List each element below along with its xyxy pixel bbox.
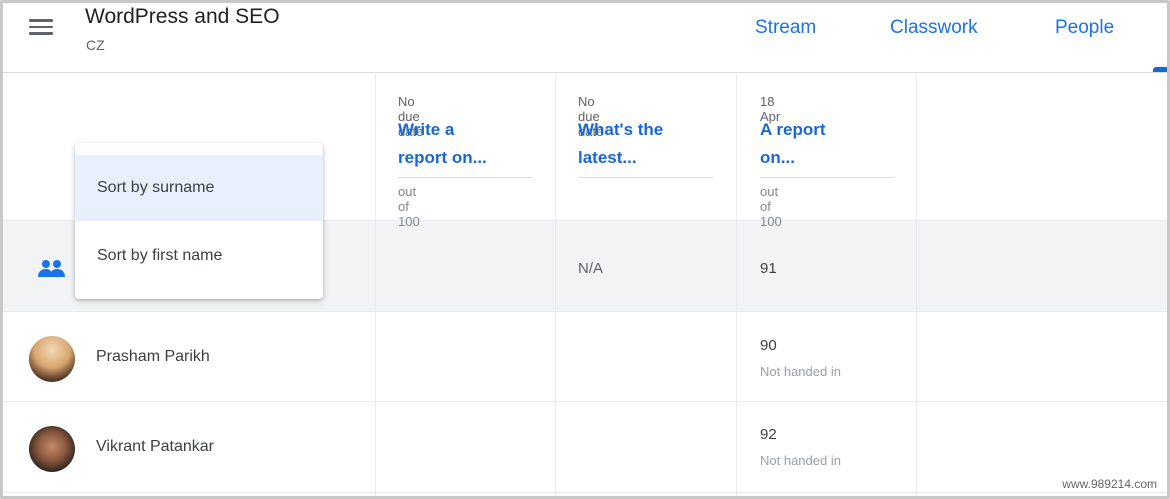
assignment-points: out of 100 [398,184,420,229]
assignment-title-line: report on... [398,148,487,167]
tab-stream[interactable]: Stream [755,17,816,39]
class-title[interactable]: WordPress and SEO [85,3,280,31]
column-divider [736,74,737,496]
grade-status: Not handed in [760,453,841,468]
class-section: CZ [86,37,105,53]
sort-by-first-name-option[interactable]: Sort by first name [75,223,323,289]
column-divider [555,74,556,496]
assignment-title-line: Write a [398,120,455,139]
watermark: www.989214.com [1058,476,1161,492]
people-group-icon[interactable] [37,258,67,278]
student-name[interactable]: Vikrant Patankar [96,438,214,456]
column-divider [375,74,376,496]
grade-value[interactable]: 92 [760,426,777,443]
avatar [29,426,75,472]
student-name[interactable]: Prasham Parikh [96,348,210,366]
grade-value[interactable]: 90 [760,337,777,354]
row-divider [3,492,1167,493]
active-tab-indicator [1153,67,1167,72]
row-divider [3,311,1167,312]
avatar [29,336,75,382]
top-bar: WordPress and SEO CZ Stream Classwork Pe… [3,3,1167,73]
assignment-divider [398,177,533,178]
assignment-title-line: What's the [578,120,664,139]
grade-status: Not handed in [760,364,841,379]
assignment-title-line: on... [760,148,795,167]
menu-icon[interactable] [29,15,59,41]
row-divider [3,401,1167,402]
class-average-value: N/A [578,260,604,277]
classroom-window: WordPress and SEO CZ Stream Classwork Pe… [0,0,1170,499]
tab-classwork[interactable]: Classwork [890,17,978,39]
assignment-points: out of 100 [760,184,782,229]
assignment-divider [578,177,713,178]
sort-by-surname-option[interactable]: Sort by surname [75,155,323,221]
sort-menu: Sort by surname Sort by first name [75,143,323,299]
assignment-title[interactable]: What's the latest... [578,116,718,172]
assignment-divider [760,177,895,178]
assignment-title-line: latest... [578,148,637,167]
assignment-title[interactable]: Write a report on... [398,116,538,172]
class-average-value: 91 [760,260,777,277]
assignment-title[interactable]: A report on... [760,116,900,172]
tab-people[interactable]: People [1055,17,1114,39]
column-divider [916,74,917,496]
assignment-title-line: A report [760,120,826,139]
